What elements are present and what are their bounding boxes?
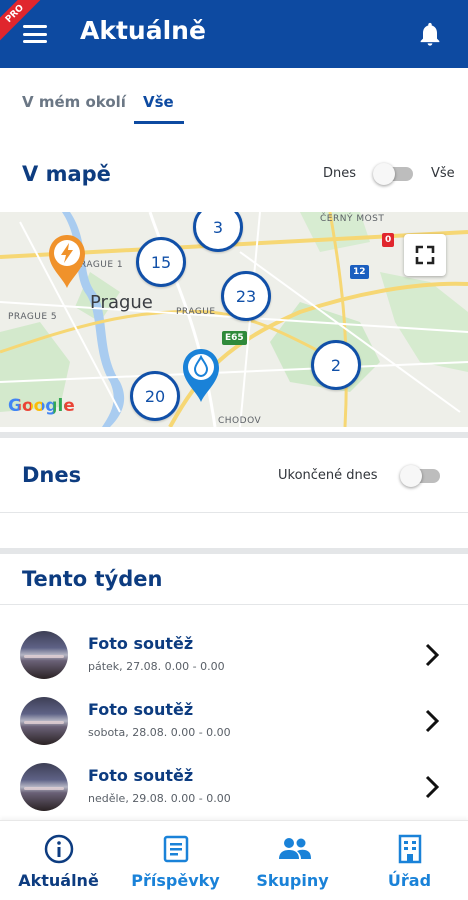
chevron-right-icon <box>425 775 440 799</box>
tab-all[interactable]: Vše <box>143 93 174 111</box>
google-attribution: Google <box>8 396 75 416</box>
map-label-prague: PRAGUE <box>176 307 216 317</box>
road-badge-12: 12 <box>350 265 369 279</box>
section-divider <box>0 512 468 513</box>
toggle-all-label: Vše <box>431 166 455 181</box>
event-thumbnail <box>20 697 68 745</box>
active-tab-indicator <box>134 121 184 124</box>
info-icon <box>44 834 74 864</box>
tab-bar: V mém okolí Vše <box>0 68 468 136</box>
map-label-prague-5: PRAGUE 5 <box>8 312 58 322</box>
event-date: pátek, 27.08. 0.00 - 0.00 <box>88 660 225 673</box>
map-label-cerny-most: ČERNÝ MOST <box>320 214 385 224</box>
event-title: Foto soutěž <box>88 766 194 785</box>
bell-icon[interactable] <box>416 20 444 48</box>
event-date: sobota, 28.08. 0.00 - 0.00 <box>88 726 231 739</box>
road-badge-e65: E65 <box>222 331 247 345</box>
section-divider <box>0 432 468 438</box>
lightning-pin-icon[interactable] <box>45 232 89 290</box>
document-icon <box>163 835 189 863</box>
map-section-title: V mapě <box>22 162 111 186</box>
event-title: Foto soutěž <box>88 700 194 719</box>
event-title: Foto soutěž <box>88 634 194 653</box>
section-divider <box>0 548 468 554</box>
ended-today-label: Ukončené dnes <box>278 468 378 483</box>
list-item[interactable]: Foto soutěž sobota, 28.08. 0.00 - 0.00 <box>0 688 468 754</box>
road-badge-0: 0 <box>382 233 395 247</box>
section-divider <box>0 604 468 605</box>
ended-today-toggle[interactable] <box>400 465 440 487</box>
map-cluster[interactable]: 15 <box>136 237 186 287</box>
water-pin-icon[interactable] <box>179 346 223 404</box>
event-thumbnail <box>20 763 68 811</box>
tab-nearby[interactable]: V mém okolí <box>22 93 126 111</box>
toggle-today-label: Dnes <box>323 166 357 181</box>
fullscreen-icon[interactable] <box>404 234 446 276</box>
chevron-right-icon <box>425 643 440 667</box>
chevron-right-icon <box>425 709 440 733</box>
today-section-title: Dnes <box>22 463 82 487</box>
map-label-chodov: CHODOV <box>218 416 262 426</box>
nav-label: Aktuálně <box>18 871 99 890</box>
nav-label: Skupiny <box>256 871 329 890</box>
map-filter-toggle[interactable] <box>373 163 413 185</box>
event-thumbnail <box>20 631 68 679</box>
map-cluster[interactable]: 20 <box>130 371 180 421</box>
week-section-title: Tento týden <box>22 567 163 591</box>
building-icon <box>398 834 422 864</box>
nav-item-prispevky[interactable]: Příspěvky <box>117 821 234 900</box>
map-city-label: Prague <box>90 292 153 313</box>
map-cluster[interactable]: 2 <box>311 340 361 390</box>
map-cluster[interactable]: 23 <box>221 271 271 321</box>
people-icon <box>279 838 311 859</box>
nav-label: Úřad <box>387 871 432 890</box>
nav-item-urad[interactable]: Úřad <box>351 821 468 900</box>
list-item[interactable]: Foto soutěž pátek, 27.08. 0.00 - 0.00 <box>0 622 468 688</box>
menu-icon[interactable] <box>22 22 48 46</box>
map-view[interactable]: ČERNÝ MOST PRAGUE 1 PRAGUE 5 PRAGUE CHOD… <box>0 212 468 427</box>
nav-label: Příspěvky <box>131 871 220 890</box>
nav-item-aktualne[interactable]: Aktuálně <box>0 821 117 900</box>
page-title: Aktuálně <box>80 16 206 45</box>
nav-item-skupiny[interactable]: Skupiny <box>234 821 351 900</box>
list-item[interactable]: Foto soutěž neděle, 29.08. 0.00 - 0.00 <box>0 754 468 820</box>
bottom-navigation: Aktuálně Příspěvky Skupiny Úřad <box>0 820 468 900</box>
app-bar: PRO Aktuálně <box>0 0 468 68</box>
event-date: neděle, 29.08. 0.00 - 0.00 <box>88 792 231 805</box>
